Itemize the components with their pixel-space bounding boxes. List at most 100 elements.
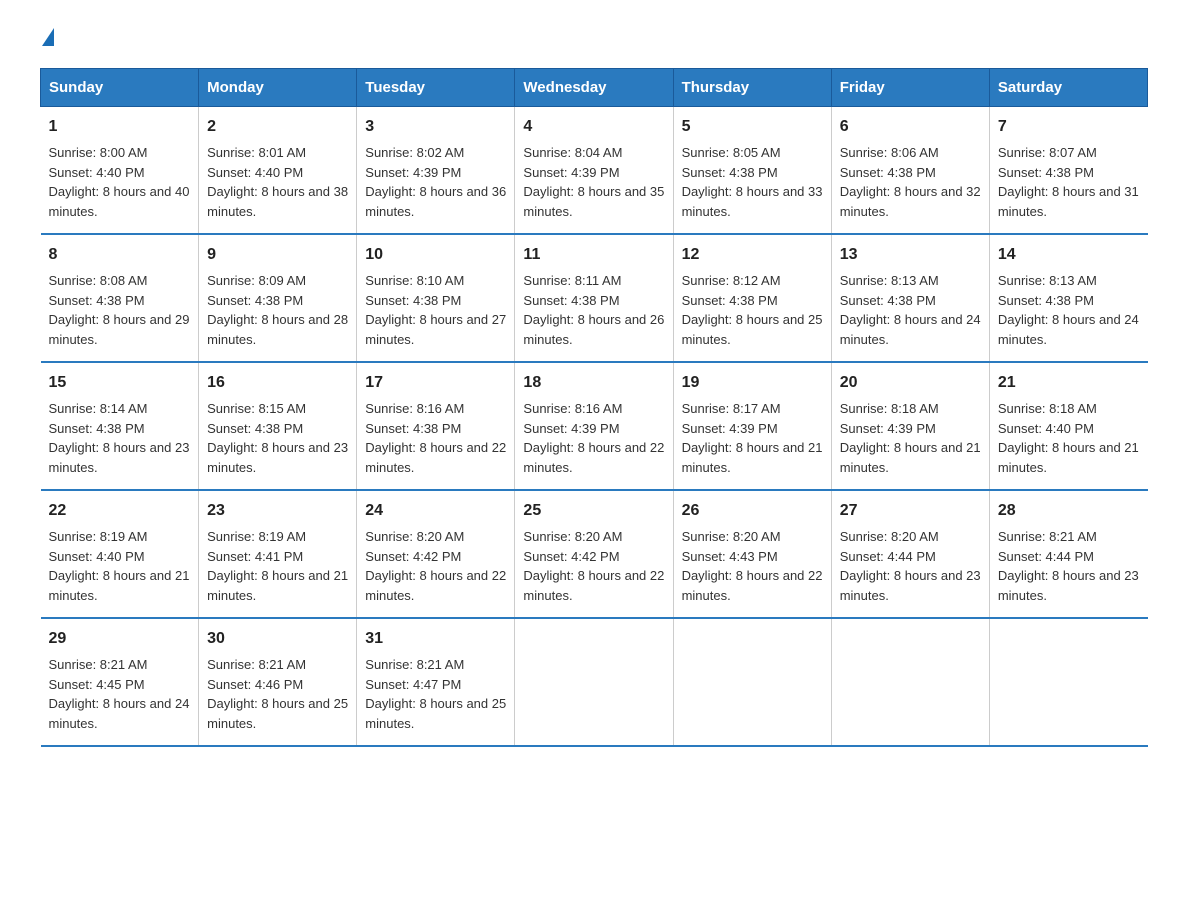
day-number: 20 [840,371,981,395]
day-info: Sunrise: 8:09 AMSunset: 4:38 PMDaylight:… [207,273,348,347]
day-number: 3 [365,115,506,139]
day-number: 2 [207,115,348,139]
day-info: Sunrise: 8:20 AMSunset: 4:42 PMDaylight:… [523,529,664,603]
day-info: Sunrise: 8:14 AMSunset: 4:38 PMDaylight:… [49,401,190,475]
weekday-header-friday: Friday [831,69,989,107]
day-info: Sunrise: 8:15 AMSunset: 4:38 PMDaylight:… [207,401,348,475]
day-info: Sunrise: 8:19 AMSunset: 4:40 PMDaylight:… [49,529,190,603]
day-info: Sunrise: 8:11 AMSunset: 4:38 PMDaylight:… [523,273,664,347]
week-row-4: 22 Sunrise: 8:19 AMSunset: 4:40 PMDayligh… [41,490,1148,618]
weekday-header-saturday: Saturday [989,69,1147,107]
day-number: 7 [998,115,1140,139]
day-cell [673,618,831,746]
day-cell: 8 Sunrise: 8:08 AMSunset: 4:38 PMDaylight… [41,234,199,362]
day-number: 11 [523,243,664,267]
day-cell: 19 Sunrise: 8:17 AMSunset: 4:39 PMDayligh… [673,362,831,490]
week-row-1: 1 Sunrise: 8:00 AMSunset: 4:40 PMDaylight… [41,107,1148,235]
day-number: 8 [49,243,191,267]
day-cell: 29 Sunrise: 8:21 AMSunset: 4:45 PMDayligh… [41,618,199,746]
day-cell: 15 Sunrise: 8:14 AMSunset: 4:38 PMDayligh… [41,362,199,490]
weekday-header-row: SundayMondayTuesdayWednesdayThursdayFrid… [41,69,1148,107]
day-cell: 18 Sunrise: 8:16 AMSunset: 4:39 PMDayligh… [515,362,673,490]
logo-triangle-icon [42,28,54,46]
day-info: Sunrise: 8:19 AMSunset: 4:41 PMDaylight:… [207,529,348,603]
day-info: Sunrise: 8:20 AMSunset: 4:42 PMDaylight:… [365,529,506,603]
day-number: 26 [682,499,823,523]
day-info: Sunrise: 8:05 AMSunset: 4:38 PMDaylight:… [682,145,823,219]
day-cell: 5 Sunrise: 8:05 AMSunset: 4:38 PMDaylight… [673,107,831,235]
day-cell: 10 Sunrise: 8:10 AMSunset: 4:38 PMDayligh… [357,234,515,362]
day-info: Sunrise: 8:16 AMSunset: 4:38 PMDaylight:… [365,401,506,475]
day-cell: 23 Sunrise: 8:19 AMSunset: 4:41 PMDayligh… [199,490,357,618]
day-number: 18 [523,371,664,395]
day-number: 21 [998,371,1140,395]
day-cell: 4 Sunrise: 8:04 AMSunset: 4:39 PMDaylight… [515,107,673,235]
weekday-header-wednesday: Wednesday [515,69,673,107]
day-info: Sunrise: 8:16 AMSunset: 4:39 PMDaylight:… [523,401,664,475]
day-number: 6 [840,115,981,139]
day-info: Sunrise: 8:21 AMSunset: 4:46 PMDaylight:… [207,657,348,731]
day-number: 10 [365,243,506,267]
day-cell: 20Sunrise: 8:18 AMSunset: 4:39 PMDayligh… [831,362,989,490]
day-info: Sunrise: 8:18 AMSunset: 4:40 PMDaylight:… [998,401,1139,475]
day-number: 15 [49,371,191,395]
weekday-header-sunday: Sunday [41,69,199,107]
day-number: 24 [365,499,506,523]
day-cell: 30Sunrise: 8:21 AMSunset: 4:46 PMDayligh… [199,618,357,746]
day-number: 29 [49,627,191,651]
day-number: 23 [207,499,348,523]
day-cell: 9 Sunrise: 8:09 AMSunset: 4:38 PMDaylight… [199,234,357,362]
day-cell: 1 Sunrise: 8:00 AMSunset: 4:40 PMDaylight… [41,107,199,235]
day-number: 9 [207,243,348,267]
day-cell: 16 Sunrise: 8:15 AMSunset: 4:38 PMDayligh… [199,362,357,490]
day-info: Sunrise: 8:04 AMSunset: 4:39 PMDaylight:… [523,145,664,219]
day-cell: 6 Sunrise: 8:06 AMSunset: 4:38 PMDaylight… [831,107,989,235]
day-cell [989,618,1147,746]
weekday-header-monday: Monday [199,69,357,107]
day-number: 27 [840,499,981,523]
day-info: Sunrise: 8:02 AMSunset: 4:39 PMDaylight:… [365,145,506,219]
day-number: 4 [523,115,664,139]
day-cell: 14 Sunrise: 8:13 AMSunset: 4:38 PMDayligh… [989,234,1147,362]
day-cell: 12 Sunrise: 8:12 AMSunset: 4:38 PMDayligh… [673,234,831,362]
day-number: 31 [365,627,506,651]
day-cell: 3 Sunrise: 8:02 AMSunset: 4:39 PMDaylight… [357,107,515,235]
day-cell: 31 Sunrise: 8:21 AMSunset: 4:47 PMDayligh… [357,618,515,746]
day-cell: 13Sunrise: 8:13 AMSunset: 4:38 PMDayligh… [831,234,989,362]
day-info: Sunrise: 8:17 AMSunset: 4:39 PMDaylight:… [682,401,823,475]
day-cell [515,618,673,746]
calendar-table: SundayMondayTuesdayWednesdayThursdayFrid… [40,68,1148,747]
weekday-header-thursday: Thursday [673,69,831,107]
day-info: Sunrise: 8:13 AMSunset: 4:38 PMDaylight:… [840,273,981,347]
day-cell: 26 Sunrise: 8:20 AMSunset: 4:43 PMDayligh… [673,490,831,618]
day-info: Sunrise: 8:06 AMSunset: 4:38 PMDaylight:… [840,145,981,219]
day-number: 16 [207,371,348,395]
day-info: Sunrise: 8:10 AMSunset: 4:38 PMDaylight:… [365,273,506,347]
day-cell: 22 Sunrise: 8:19 AMSunset: 4:40 PMDayligh… [41,490,199,618]
day-cell [831,618,989,746]
day-info: Sunrise: 8:21 AMSunset: 4:45 PMDaylight:… [49,657,190,731]
day-info: Sunrise: 8:20 AMSunset: 4:44 PMDaylight:… [840,529,981,603]
day-cell: 7Sunrise: 8:07 AMSunset: 4:38 PMDaylight… [989,107,1147,235]
day-info: Sunrise: 8:13 AMSunset: 4:38 PMDaylight:… [998,273,1139,347]
day-info: Sunrise: 8:21 AMSunset: 4:47 PMDaylight:… [365,657,506,731]
day-number: 17 [365,371,506,395]
day-info: Sunrise: 8:12 AMSunset: 4:38 PMDaylight:… [682,273,823,347]
logo [40,30,54,48]
day-info: Sunrise: 8:01 AMSunset: 4:40 PMDaylight:… [207,145,348,219]
day-number: 28 [998,499,1140,523]
day-number: 22 [49,499,191,523]
day-cell: 27 Sunrise: 8:20 AMSunset: 4:44 PMDayligh… [831,490,989,618]
day-number: 19 [682,371,823,395]
day-info: Sunrise: 8:20 AMSunset: 4:43 PMDaylight:… [682,529,823,603]
weekday-header-tuesday: Tuesday [357,69,515,107]
day-number: 12 [682,243,823,267]
day-info: Sunrise: 8:00 AMSunset: 4:40 PMDaylight:… [49,145,190,219]
day-info: Sunrise: 8:08 AMSunset: 4:38 PMDaylight:… [49,273,190,347]
day-number: 14 [998,243,1140,267]
calendar-header: SundayMondayTuesdayWednesdayThursdayFrid… [41,69,1148,107]
day-number: 1 [49,115,191,139]
day-number: 5 [682,115,823,139]
day-cell: 21 Sunrise: 8:18 AMSunset: 4:40 PMDayligh… [989,362,1147,490]
day-cell: 17 Sunrise: 8:16 AMSunset: 4:38 PMDayligh… [357,362,515,490]
